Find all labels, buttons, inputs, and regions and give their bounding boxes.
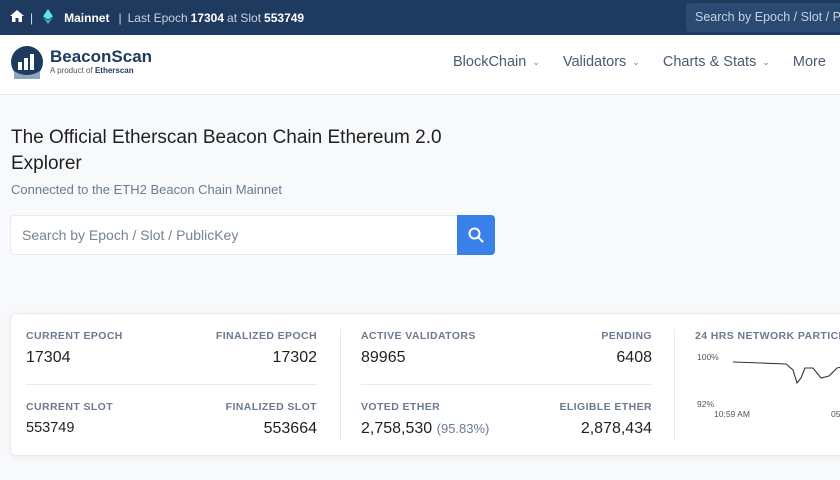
finalized-slot-value[interactable]: 553664	[186, 420, 317, 438]
participation-chart-title: 24 HRS NETWORK PARTICIPATION	[695, 330, 840, 342]
participation-sparkline	[732, 361, 840, 385]
pending-label: PENDING	[601, 330, 652, 342]
network-status: | Mainnet | Last Epoch 17304 at Slot 553…	[0, 8, 307, 27]
nav-blockchain[interactable]: BlockChain ⌄	[453, 54, 540, 70]
voted-ether-percent: (95.83%)	[436, 421, 490, 436]
search-input[interactable]	[11, 216, 457, 254]
chart-x-label: 05	[831, 409, 840, 419]
search-button[interactable]	[457, 215, 495, 255]
main-nav: BlockChain ⌄ Validators ⌄ Charts & Stats ⌄ …	[453, 54, 840, 70]
chart-y-bottom-label: 92%	[697, 399, 715, 409]
chart-y-top-label: 100%	[697, 352, 719, 362]
top-bar: | Mainnet | Last Epoch 17304 at Slot 553…	[0, 0, 840, 35]
topbar-search-input[interactable]: Search by Epoch / Slot / P	[686, 3, 840, 32]
finalized-epoch-value[interactable]: 17302	[186, 349, 318, 367]
active-validators-label: ACTIVE VALIDATORS	[361, 330, 476, 342]
brand-tagline: A product of Etherscan	[50, 66, 134, 75]
current-slot-value[interactable]: 553749	[26, 420, 74, 436]
page-subtitle: Connected to the ETH2 Beacon Chain Mainn…	[11, 182, 283, 197]
eligible-ether-label: ELIGIBLE ETHER	[559, 401, 652, 413]
home-icon[interactable]	[10, 10, 24, 25]
last-epoch-label: Last Epoch	[127, 10, 188, 25]
network-stats-card: CURRENT EPOCH 17304 FINALIZED EPOCH 1730…	[10, 313, 840, 456]
nav-charts-stats[interactable]: Charts & Stats ⌄	[663, 54, 770, 70]
slot-value[interactable]: 553749	[264, 11, 304, 25]
site-header: BeaconScan A product of Etherscan BlockC…	[0, 35, 840, 95]
divider	[340, 329, 341, 441]
voted-ether-value: 2,758,530 (95.83%)	[361, 420, 490, 437]
active-validators-value[interactable]: 89965	[361, 349, 406, 367]
eligible-ether-value: 2,878,434	[580, 420, 652, 437]
last-epoch-value[interactable]: 17304	[191, 11, 224, 25]
current-epoch-label: CURRENT EPOCH	[26, 330, 123, 342]
brand-name: BeaconScan	[50, 47, 153, 66]
search-icon	[468, 227, 484, 243]
chevron-down-icon: ⌄	[532, 56, 540, 67]
nav-validators[interactable]: Validators ⌄	[563, 54, 640, 70]
voted-ether-label: VOTED ETHER	[361, 401, 441, 413]
nav-more[interactable]: More	[793, 54, 826, 70]
ethereum-icon	[43, 8, 54, 27]
divider	[26, 384, 317, 385]
network-name: Mainnet	[64, 10, 110, 25]
divider: |	[118, 10, 122, 25]
current-epoch-value[interactable]: 17304	[26, 349, 71, 367]
beaconscan-logo[interactable]: BeaconScan A product of Etherscan	[10, 45, 152, 79]
finalized-slot-label: FINALIZED SLOT	[225, 401, 317, 413]
chart-x-label: 10:59 AM	[714, 409, 750, 419]
chevron-down-icon: ⌄	[762, 56, 770, 67]
at-slot-label: at Slot	[227, 10, 262, 25]
divider: |	[30, 10, 34, 25]
pending-value[interactable]: 6408	[531, 349, 652, 367]
finalized-epoch-label: FINALIZED EPOCH	[215, 330, 317, 342]
beaconscan-logo-icon	[11, 46, 43, 79]
divider	[361, 384, 652, 385]
divider	[674, 329, 675, 441]
current-slot-label: CURRENT SLOT	[26, 401, 114, 413]
main-search	[10, 215, 495, 255]
chevron-down-icon: ⌄	[632, 56, 640, 67]
page-title: The Official Etherscan Beacon Chain Ethe…	[11, 127, 442, 174]
